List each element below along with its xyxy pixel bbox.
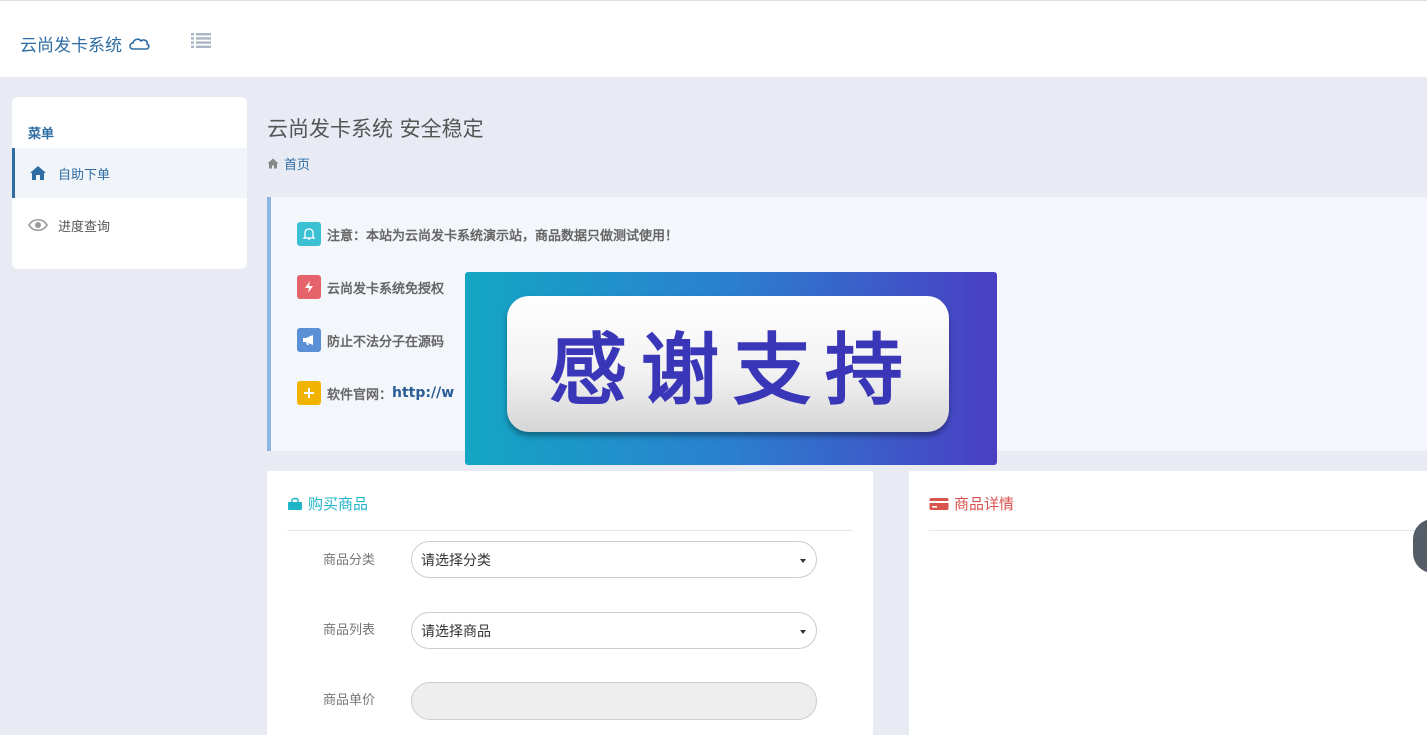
home-icon (28, 164, 48, 182)
price-label: 商品单价 (322, 693, 375, 708)
category-label: 商品分类 (322, 553, 375, 568)
plus-icon (297, 381, 321, 405)
shopping-bag-icon (288, 497, 302, 510)
notice-item: 防止不法分子在源码 (297, 328, 444, 352)
buy-panel-header: 购买商品 (287, 493, 368, 514)
megaphone-icon (297, 328, 321, 352)
sidebar: 菜单 自助下单 进度查询 (12, 97, 247, 269)
top-navbar: 云尚发卡系统 (0, 0, 1427, 77)
detail-panel-title: 商品详情 (954, 495, 1015, 513)
sidebar-item-label: 自助下单 (58, 167, 111, 183)
sidebar-title: 菜单 (28, 127, 55, 142)
cloud-icon (129, 37, 150, 50)
product-select[interactable]: 请选择商品 (411, 612, 817, 649)
official-site-link[interactable]: http://w (392, 385, 454, 401)
buy-panel-title: 购买商品 (308, 495, 369, 513)
credit-card-icon (929, 497, 949, 510)
list-icon[interactable] (190, 31, 212, 49)
product-label: 商品列表 (322, 623, 375, 638)
divider (929, 530, 1427, 531)
thanks-popup-plate: 感谢支持 (507, 296, 949, 432)
brand-title: 云尚发卡系统 (20, 36, 122, 56)
chevron-down-icon (800, 559, 806, 563)
eye-icon (28, 216, 48, 234)
bolt-icon (297, 275, 321, 299)
breadcrumb[interactable]: 首页 (267, 154, 310, 173)
notice-text: 注意：本站为云尚发卡系统演示站，商品数据只做测试使用！ (327, 228, 679, 244)
notice-item: 云尚发卡系统免授权 (297, 275, 444, 299)
product-select-value: 请选择商品 (421, 623, 491, 640)
home-icon (267, 158, 279, 169)
notice-text: 云尚发卡系统免授权 (327, 281, 445, 297)
sidebar-item-label: 进度查询 (58, 219, 111, 235)
divider (287, 530, 853, 531)
thanks-text: 感谢支持 (548, 325, 917, 416)
detail-panel-header: 商品详情 (929, 493, 1014, 514)
chevron-down-icon (800, 630, 806, 634)
page-title: 云尚发卡系统 安全稳定 (267, 117, 484, 141)
brand-logo[interactable]: 云尚发卡系统 (20, 31, 150, 56)
detail-panel: 商品详情 (909, 471, 1427, 735)
notice-text: 软件官网： (327, 387, 393, 403)
sidebar-item-self-order[interactable]: 自助下单 (12, 148, 247, 198)
thanks-popup-image[interactable]: 感谢支持 (465, 272, 997, 465)
price-field[interactable] (411, 682, 817, 720)
notice-item: 软件官网： http://w (297, 381, 454, 405)
category-select-value: 请选择分类 (421, 552, 491, 569)
breadcrumb-home[interactable]: 首页 (284, 154, 310, 173)
notice-item: 注意：本站为云尚发卡系统演示站，商品数据只做测试使用！ (297, 222, 678, 246)
notice-text: 防止不法分子在源码 (327, 334, 445, 350)
sidebar-item-progress-query[interactable]: 进度查询 (12, 200, 247, 250)
category-select[interactable]: 请选择分类 (411, 541, 817, 578)
bell-icon (297, 222, 321, 246)
